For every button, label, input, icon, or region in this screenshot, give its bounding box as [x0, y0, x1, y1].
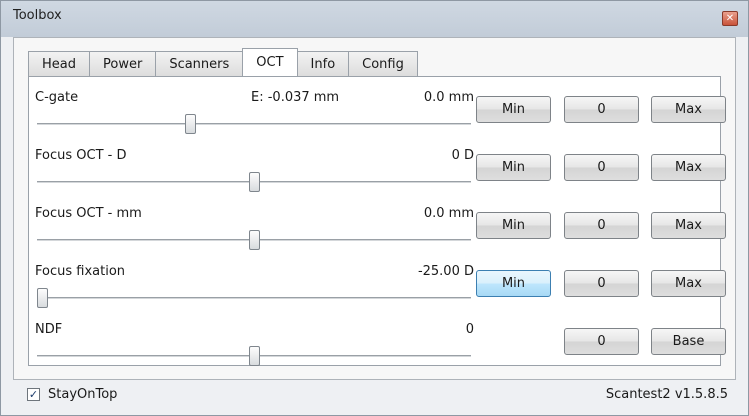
stay-on-top-label[interactable]: StayOnTop: [48, 387, 117, 402]
focus-fixation-slider-track[interactable]: [37, 297, 471, 300]
ndf-label: NDF: [35, 322, 63, 337]
c-gate-min-button[interactable]: Min: [476, 96, 551, 123]
focus-oct-d-min-button[interactable]: Min: [476, 154, 551, 181]
c-gate-value: 0.0 mm: [423, 90, 474, 105]
focus-oct-d-value: 0 D: [451, 148, 474, 163]
ndf-base-button[interactable]: Base: [651, 328, 726, 355]
tab-scanners[interactable]: Scanners: [155, 51, 244, 77]
focus-oct-d-max-button[interactable]: Max: [651, 154, 726, 181]
c-gate-max-button[interactable]: Max: [651, 96, 726, 123]
tab-config[interactable]: Config: [348, 51, 418, 77]
tab-oct[interactable]: OCT: [242, 48, 298, 76]
focus-oct-mm-slider-thumb[interactable]: [248, 230, 260, 250]
focus-fixation-value: -25.00 D: [417, 264, 474, 279]
c-gate-slider-thumb[interactable]: [185, 114, 197, 134]
ndf-zero-button[interactable]: 0: [564, 328, 639, 355]
status-bar: ✓ StayOnTop Scantest2 v1.5.8.5: [13, 380, 736, 410]
title-bar[interactable]: Toolbox ✕: [1, 1, 748, 33]
focus-fixation-max-button[interactable]: Max: [651, 270, 726, 297]
c-gate-error-readout: E: -0.037 mm: [251, 90, 340, 105]
c-gate-slider-track[interactable]: [37, 123, 471, 126]
focus-oct-d-slider-thumb[interactable]: [248, 172, 260, 192]
focus-fixation-zero-button[interactable]: 0: [564, 270, 639, 297]
focus-oct-mm-label: Focus OCT - mm: [35, 206, 142, 221]
ndf-value: 0: [465, 322, 474, 337]
focus-oct-mm-min-button[interactable]: Min: [476, 212, 551, 239]
tab-strip: Head Power Scanners OCT Info Config: [28, 48, 418, 77]
focus-fixation-slider-thumb[interactable]: [37, 288, 48, 308]
toolbox-window: Toolbox ✕ Head Power Scanners OCT Info C…: [0, 0, 749, 416]
focus-oct-mm-value: 0.0 mm: [423, 206, 474, 221]
window-title: Toolbox: [13, 8, 62, 23]
tab-info[interactable]: Info: [296, 51, 350, 77]
focus-fixation-row: Focus fixation -25.00 D Min 0 Max: [29, 251, 726, 309]
ndf-slider-thumb[interactable]: [248, 346, 260, 366]
ndf-row: NDF 0 0 Base: [29, 309, 726, 367]
focus-fixation-min-button[interactable]: Min: [476, 270, 551, 297]
tab-head[interactable]: Head: [28, 51, 90, 77]
tab-power[interactable]: Power: [89, 51, 157, 77]
focus-oct-d-label: Focus OCT - D: [35, 148, 127, 163]
focus-oct-mm-zero-button[interactable]: 0: [564, 212, 639, 239]
c-gate-label: C-gate: [35, 90, 79, 105]
c-gate-zero-button[interactable]: 0: [564, 96, 639, 123]
oct-tab-page: C-gate E: -0.037 mm 0.0 mm Min 0 Max Foc…: [28, 76, 726, 367]
version-label: Scantest2 v1.5.8.5: [605, 387, 728, 402]
c-gate-row: C-gate E: -0.037 mm 0.0 mm Min 0 Max: [29, 77, 726, 135]
focus-fixation-label: Focus fixation: [35, 264, 126, 279]
focus-oct-mm-max-button[interactable]: Max: [651, 212, 726, 239]
focus-oct-mm-row: Focus OCT - mm 0.0 mm Min 0 Max: [29, 193, 726, 251]
focus-oct-d-row: Focus OCT - D 0 D Min 0 Max: [29, 135, 726, 193]
close-icon[interactable]: ✕: [722, 11, 738, 26]
stay-on-top-checkbox[interactable]: ✓: [27, 388, 40, 401]
focus-oct-d-zero-button[interactable]: 0: [564, 154, 639, 181]
